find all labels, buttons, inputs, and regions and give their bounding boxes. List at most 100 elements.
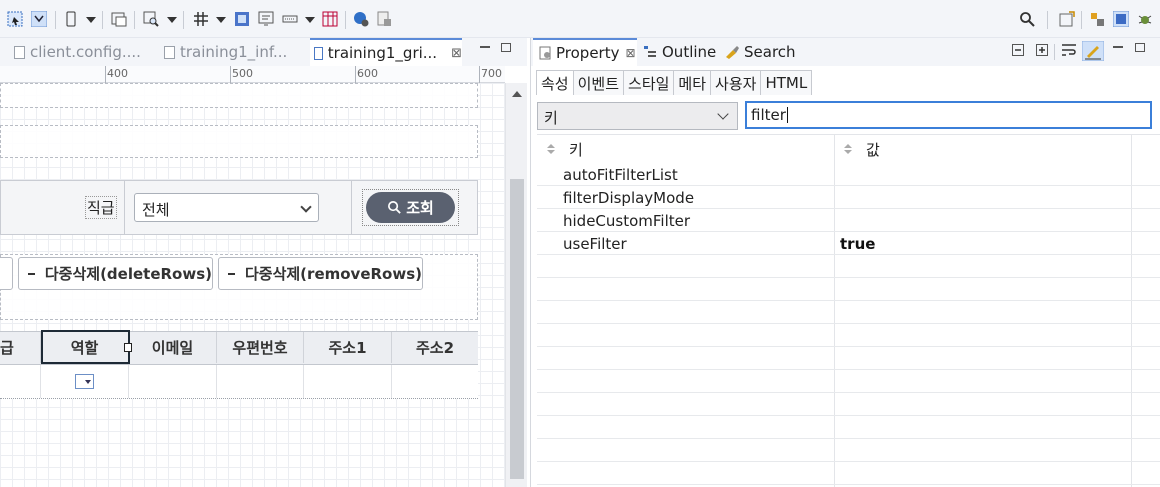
- search-area[interactable]: 직급 전체 조회: [0, 180, 478, 235]
- tab-training1-info[interactable]: training1_inf...: [164, 38, 304, 66]
- column-header-value[interactable]: 값: [844, 135, 1131, 163]
- preview-icon[interactable]: [111, 11, 127, 27]
- property-key: useFilter: [563, 235, 627, 253]
- grid-cell[interactable]: [217, 365, 304, 398]
- perspective-java-icon[interactable]: [1089, 11, 1105, 27]
- toolbar-separator: [1047, 11, 1048, 29]
- toolbar-separator: [1081, 11, 1082, 29]
- perspective-design-icon[interactable]: [1113, 11, 1129, 27]
- delete-rows-button[interactable]: 다중삭제(deleteRows): [18, 257, 213, 290]
- lock-page-icon[interactable]: [376, 11, 392, 27]
- expand-all-icon[interactable]: [1036, 44, 1048, 56]
- search-icon[interactable]: [1019, 11, 1035, 27]
- toolbar-separator: [55, 11, 56, 29]
- filter-key-select[interactable]: 키: [537, 102, 738, 130]
- zoom-dropdown-caret-icon[interactable]: [167, 17, 177, 23]
- partial-button[interactable]: [0, 257, 13, 290]
- main-toolbar: [0, 0, 1160, 38]
- table-row[interactable]: filterDisplayMode: [537, 186, 1160, 209]
- property-key: autoFitFilterList: [563, 166, 678, 184]
- column-header-key[interactable]: 키: [547, 135, 834, 163]
- collapse-all-icon[interactable]: [1012, 44, 1024, 56]
- grade-select[interactable]: 전체: [134, 193, 319, 222]
- grade-label: 직급: [85, 196, 117, 219]
- subtab-style[interactable]: 스타일: [623, 70, 675, 95]
- grid-dropdown-caret-icon[interactable]: [216, 17, 226, 23]
- close-tab-icon[interactable]: ⊠: [451, 46, 462, 61]
- subtab-meta[interactable]: 메타: [673, 70, 712, 95]
- filter-input[interactable]: filter: [745, 101, 1152, 129]
- empty-row: [537, 462, 1160, 485]
- property-key: hideCustomFilter: [563, 212, 691, 230]
- tab-outline[interactable]: Outline: [643, 38, 729, 66]
- input-dropdown-caret-icon[interactable]: [305, 17, 315, 23]
- perspective-debug-icon[interactable]: [1137, 11, 1153, 27]
- property-value[interactable]: true: [840, 235, 875, 253]
- subtab-events[interactable]: 이벤트: [572, 70, 625, 95]
- empty-row: [537, 347, 1160, 370]
- minimize-icon[interactable]: [1113, 46, 1123, 48]
- subtab-properties[interactable]: 속성: [536, 70, 574, 95]
- subtab-html[interactable]: HTML: [760, 70, 813, 95]
- minimize-icon[interactable]: [480, 46, 490, 48]
- close-tab-icon[interactable]: ⊠: [625, 46, 635, 60]
- resize-handle[interactable]: [124, 343, 132, 352]
- grid-header-cell[interactable]: 주소1: [304, 332, 392, 363]
- highlight-pen-icon[interactable]: [1082, 41, 1104, 61]
- remove-rows-button[interactable]: 다중삭제(removeRows): [218, 257, 423, 290]
- search-button-label: 조회: [406, 199, 434, 217]
- ruler-label: 500: [232, 67, 253, 80]
- wrap-text-icon[interactable]: [1061, 43, 1077, 57]
- tab-client-config[interactable]: client.config....: [14, 38, 154, 66]
- grid-row[interactable]: [0, 365, 478, 399]
- table-row[interactable]: useFilter true: [537, 232, 1160, 255]
- container-box[interactable]: [0, 125, 478, 158]
- grid-cell[interactable]: [392, 365, 478, 398]
- device-icon[interactable]: [63, 11, 79, 27]
- form-icon[interactable]: [258, 11, 274, 27]
- tab-label: Property: [556, 44, 620, 62]
- device-dropdown-caret-icon[interactable]: [86, 17, 96, 23]
- ide-window: { "editor": { "tabs": [ {"label": "clien…: [0, 0, 1160, 487]
- scrollbar-thumb[interactable]: [510, 179, 524, 479]
- search-button[interactable]: 조회: [366, 192, 455, 223]
- design-canvas[interactable]: 직급 전체 조회 다중삭제(deleteRows) 다중삭제(removeRow…: [0, 83, 505, 487]
- filter-input-value: filter: [751, 106, 786, 124]
- scroll-up-icon[interactable]: [512, 91, 522, 97]
- tab-label: training1_gri...: [327, 44, 438, 62]
- file-icon: [14, 45, 25, 59]
- container-box[interactable]: [0, 83, 478, 108]
- component-icon[interactable]: [234, 11, 250, 27]
- table-icon[interactable]: [322, 11, 338, 27]
- grid-header-cell[interactable]: 우편번호: [217, 332, 304, 363]
- toolbar-separator: [102, 11, 103, 29]
- subtab-user[interactable]: 사용자: [710, 70, 762, 95]
- search-icon: [388, 201, 401, 214]
- input-icon[interactable]: [282, 11, 298, 27]
- grid-header-cell[interactable]: 급: [0, 332, 41, 363]
- toolbar-separator: [345, 11, 346, 29]
- empty-row: [537, 393, 1160, 416]
- layout-toggle-icon[interactable]: [31, 11, 47, 27]
- vertical-scrollbar[interactable]: [505, 83, 527, 487]
- tab-property[interactable]: Property ⊠: [533, 38, 637, 66]
- globe-settings-icon[interactable]: [353, 11, 369, 27]
- zoom-view-icon[interactable]: [143, 11, 159, 27]
- cell-select-widget[interactable]: [75, 374, 94, 389]
- grid-cell[interactable]: [129, 365, 217, 398]
- grid-icon[interactable]: [193, 11, 209, 27]
- grid-header-cell[interactable]: 이메일: [129, 332, 217, 363]
- maximize-icon[interactable]: [501, 43, 511, 52]
- tab-search[interactable]: Search: [724, 38, 804, 66]
- grid-cell[interactable]: [0, 365, 41, 398]
- grid-cell[interactable]: [304, 365, 392, 398]
- tab-training1-grid[interactable]: training1_gri... ⊠: [310, 38, 462, 66]
- grid-header-cell[interactable]: 주소2: [392, 332, 478, 363]
- empty-row: [537, 278, 1160, 301]
- open-perspective-icon[interactable]: [1059, 11, 1075, 27]
- select-mode-icon[interactable]: [7, 11, 23, 27]
- tab-label: Outline: [662, 43, 717, 61]
- maximize-icon[interactable]: [1135, 43, 1145, 52]
- table-row[interactable]: hideCustomFilter: [537, 209, 1160, 232]
- table-row[interactable]: autoFitFilterList: [537, 163, 1160, 186]
